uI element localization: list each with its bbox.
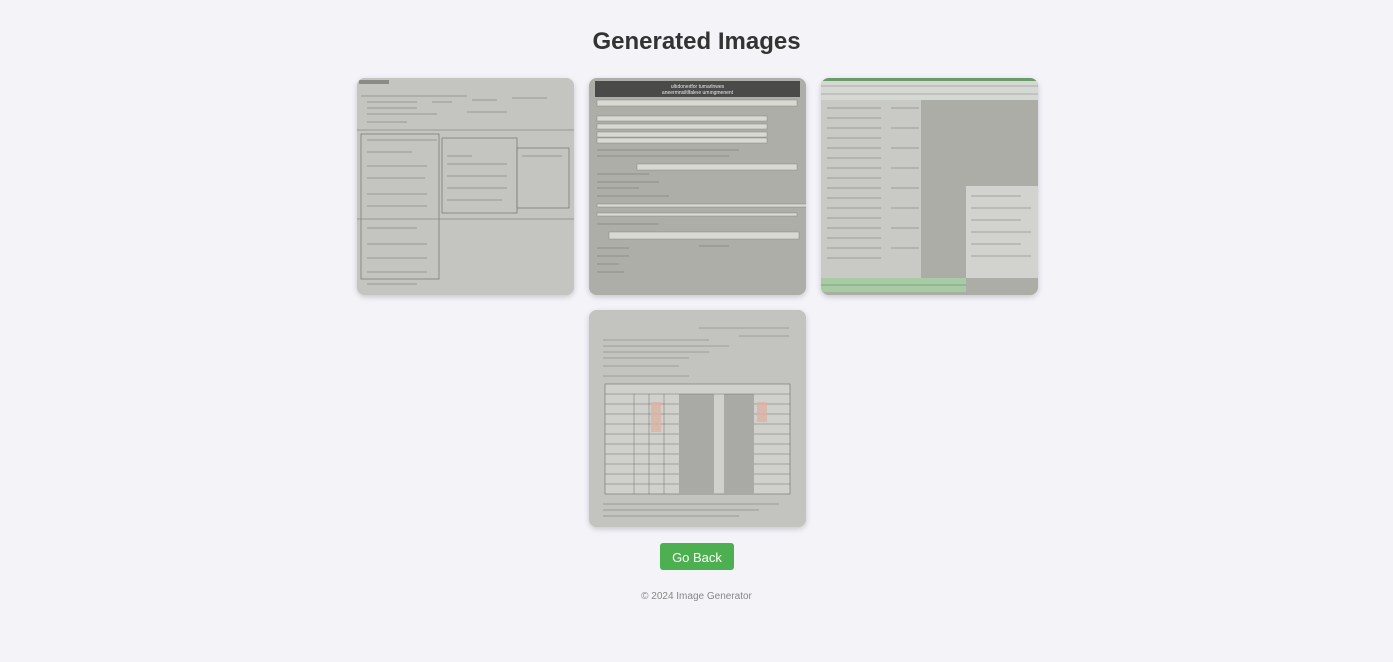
page: Generated Images ultıdoneıtfor tumarlnwe… xyxy=(0,0,1393,662)
svg-text:aneermnsiltlfaleıe umıngmenent: aneermnsiltlfaleıe umıngmenent xyxy=(661,90,733,96)
generated-image-3[interactable] xyxy=(820,78,1038,295)
go-back-button[interactable]: Go Back xyxy=(660,543,734,570)
spreadsheet-image xyxy=(820,78,1038,295)
footer-text: © 2024 Image Generator xyxy=(641,591,752,602)
form-document-image: ultıdoneıtfor tumarlnwes aneermnsiltlfal… xyxy=(588,78,806,295)
generated-image-1[interactable] xyxy=(356,78,574,295)
generated-image-4[interactable] xyxy=(588,310,806,527)
table-document-image xyxy=(588,310,806,527)
page-title: Generated Images xyxy=(592,28,801,55)
footer: © 2024 Image Generator xyxy=(0,591,1393,602)
image-gallery: ultıdoneıtfor tumarlnwes aneermnsiltlfal… xyxy=(356,78,1038,527)
form-document-image xyxy=(356,78,574,295)
generated-image-2[interactable]: ultıdoneıtfor tumarlnwes aneermnsiltlfal… xyxy=(588,78,806,295)
